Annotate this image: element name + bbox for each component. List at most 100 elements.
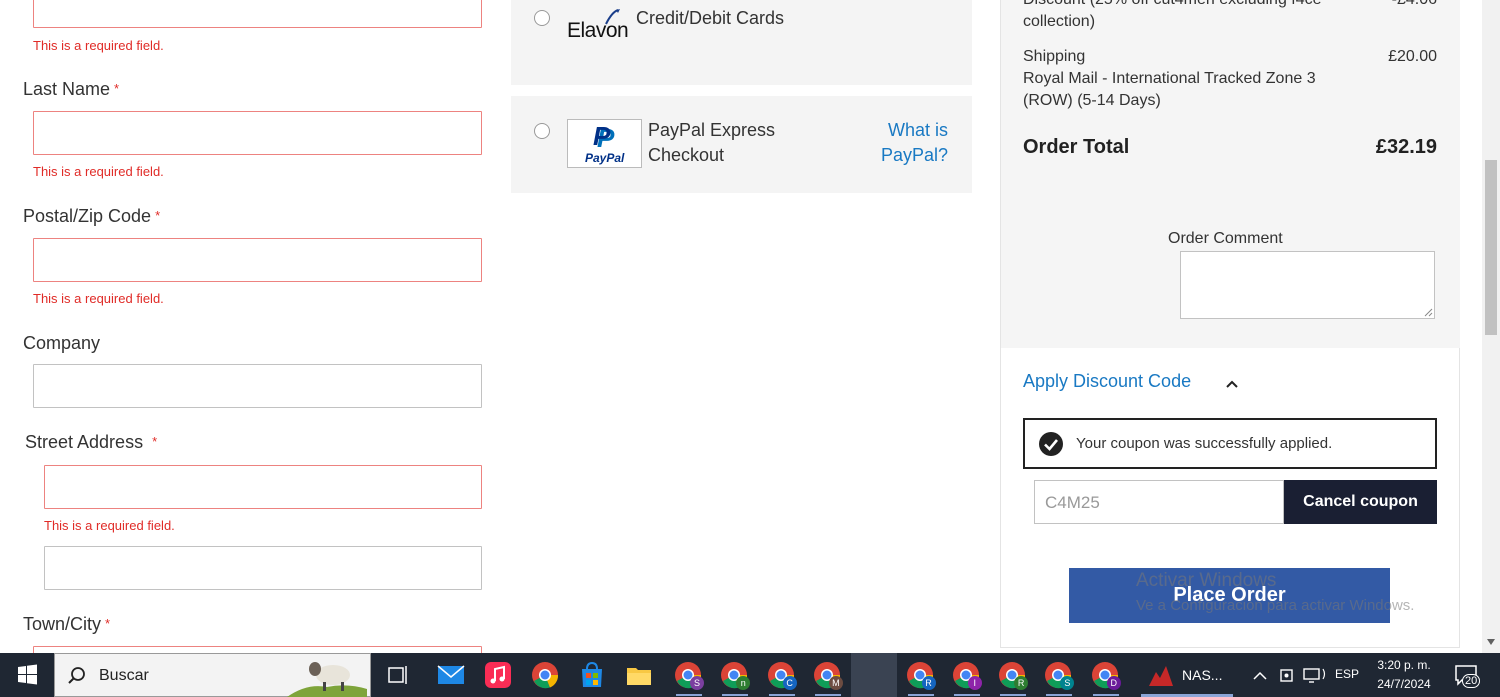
elavon-radio[interactable]	[534, 10, 550, 26]
shipping-method-line2: (ROW) (5-14 Days)	[1023, 92, 1161, 109]
first-name-input[interactable]	[33, 0, 482, 28]
chrome-profile-window-icon[interactable]: n	[719, 660, 751, 696]
running-app-underline	[814, 694, 841, 696]
street-address-line2-input[interactable]	[44, 546, 482, 590]
shipping-method-line1: Royal Mail - International Tracked Zone …	[1023, 70, 1316, 87]
windows-logo-icon	[18, 664, 37, 685]
last-name-label-text: Last Name	[23, 79, 111, 99]
required-mark: *	[114, 81, 120, 96]
order-comment-label: Order Comment	[1168, 230, 1283, 247]
running-app-underline	[907, 694, 934, 696]
paypal-logo-text: PayPal	[585, 151, 625, 165]
chrome-profile-badge: C	[782, 676, 797, 690]
street-address-label-text: Street Address	[25, 432, 144, 452]
nas-app-icon[interactable]	[1146, 660, 1176, 690]
company-input[interactable]	[33, 364, 482, 408]
paypal-label-line1: PayPal Express	[648, 120, 776, 140]
chrome-profile-badge: I	[967, 676, 982, 690]
mail-icon[interactable]	[436, 660, 466, 690]
discount-label-line2: collection)	[1023, 13, 1096, 30]
paypal-radio[interactable]	[534, 123, 550, 139]
running-app-underline	[953, 694, 980, 696]
resize-handle-icon[interactable]	[1423, 307, 1433, 317]
search-placeholder: Buscar	[99, 667, 149, 684]
shipping-value: £20.00	[1388, 48, 1437, 65]
required-mark: *	[152, 434, 158, 449]
task-view-icon[interactable]	[386, 663, 410, 687]
shipping-method: Royal Mail - International Tracked Zone …	[1023, 68, 1353, 112]
order-total-value: £32.19	[1375, 136, 1437, 158]
chrome-icon[interactable]	[530, 660, 560, 690]
chrome-profile-window-icon[interactable]: C	[766, 660, 798, 696]
paypal-label-line2: Checkout	[648, 145, 725, 165]
chrome-profile-window-icon[interactable]: D	[1090, 660, 1122, 696]
start-button[interactable]	[0, 653, 54, 697]
postal-code-label-text: Postal/Zip Code	[23, 206, 152, 226]
discount-label: Discount (25% off cut4men excluding f4ce…	[1023, 0, 1343, 33]
last-name-label: Last Name *	[23, 79, 119, 100]
coupon-success-message: Your coupon was successfully applied.	[1023, 418, 1437, 469]
input-language[interactable]: ESP	[1335, 667, 1359, 681]
windows-taskbar: Buscar S n C M R I R S D NAS... ESP 3:20…	[0, 653, 1500, 697]
elavon-logo: Elavon	[566, 8, 631, 42]
taskbar-search[interactable]: Buscar	[54, 653, 371, 697]
notification-count-badge: 20	[1462, 674, 1481, 688]
apply-discount-toggle[interactable]: Apply Discount Code	[1023, 371, 1191, 392]
chrome-profile-window-icon[interactable]: S	[673, 660, 705, 696]
company-label: Company	[23, 333, 101, 353]
coupon-code-input[interactable]: C4M25	[1034, 480, 1284, 524]
search-icon	[68, 667, 85, 684]
what-is-paypal-link[interactable]: What is PayPal?	[866, 118, 948, 168]
active-window-highlight	[851, 653, 897, 697]
what-is-paypal-line2: PayPal?	[880, 145, 948, 165]
chrome-profile-window-icon[interactable]: M	[812, 660, 844, 696]
clock[interactable]: 3:20 p. m. 24/7/2024	[1372, 656, 1436, 694]
running-app-underline	[1046, 694, 1073, 696]
chrome-profile-window-icon[interactable]: R	[997, 660, 1029, 696]
volume-icon[interactable]	[1310, 665, 1328, 683]
chrome-profile-badge: S	[690, 676, 704, 690]
credit-card-label: Credit/Debit Cards	[636, 8, 785, 28]
running-app-underline	[722, 694, 749, 696]
last-name-input[interactable]	[33, 111, 482, 155]
payment-method-elavon[interactable]: Elavon Credit/Debit Cards	[511, 0, 972, 85]
running-app-underline	[676, 694, 702, 696]
running-app-underline	[1092, 694, 1119, 696]
street-address-label: Street Address *	[25, 432, 157, 453]
cancel-coupon-button[interactable]: Cancel coupon	[1284, 480, 1437, 524]
itunes-icon[interactable]	[483, 660, 513, 690]
nas-app-label[interactable]: NAS...	[1182, 667, 1222, 683]
microsoft-store-icon[interactable]	[577, 660, 607, 690]
scroll-down-arrow-icon[interactable]	[1487, 639, 1495, 645]
postal-code-input[interactable]	[33, 238, 482, 282]
chrome-profile-window-icon[interactable]: S	[1043, 660, 1075, 696]
shipping-label: Shipping	[1023, 48, 1086, 65]
scrollbar-thumb[interactable]	[1485, 160, 1497, 335]
meet-now-icon[interactable]	[1278, 666, 1296, 684]
page-scrollbar[interactable]	[1482, 0, 1500, 653]
what-is-paypal-line1: What is	[887, 120, 948, 140]
postal-code-label: Postal/Zip Code *	[23, 206, 160, 227]
windows-activation-title: Activar Windows	[1136, 570, 1277, 591]
order-comment-textarea[interactable]	[1180, 251, 1435, 319]
order-total-label: Order Total	[1023, 136, 1130, 158]
chrome-profile-window-icon[interactable]: I	[951, 660, 983, 696]
elavon-logo-text: Elavon	[567, 19, 629, 42]
chevron-up-tray-icon[interactable]	[1252, 668, 1268, 684]
chrome-profile-window-icon[interactable]: R	[905, 660, 937, 696]
chevron-up-icon[interactable]	[1226, 378, 1238, 390]
chrome-profile-badge: D	[1106, 676, 1121, 690]
svg-text:P: P	[593, 123, 611, 151]
coupon-success-text: Your coupon was successfully applied.	[1076, 435, 1333, 452]
payment-method-paypal[interactable]: P P PayPal PayPal Express Checkout What …	[511, 96, 972, 193]
discount-value: -£4.06	[1360, 0, 1437, 11]
last-name-error: This is a required field.	[33, 164, 164, 179]
street-address-line1-input[interactable]	[44, 465, 482, 509]
first-name-error: This is a required field.	[33, 38, 164, 53]
running-app-underline	[768, 694, 795, 696]
required-mark: *	[155, 208, 161, 223]
file-explorer-icon[interactable]	[624, 660, 654, 690]
chrome-profile-badge: R	[921, 676, 936, 690]
chrome-profile-badge: M	[828, 676, 843, 690]
chrome-profile-badge: R	[1014, 676, 1029, 690]
